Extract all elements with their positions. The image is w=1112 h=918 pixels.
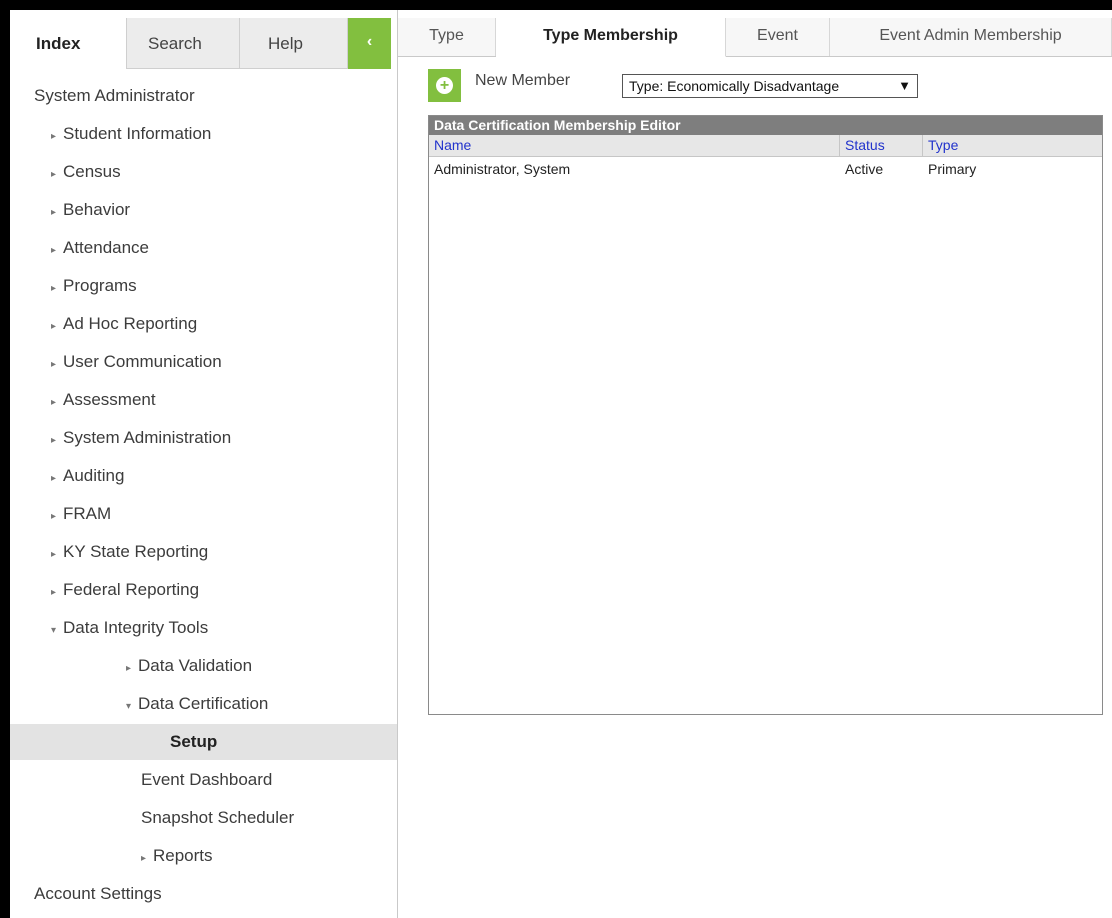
- expand-arrow-icon: ▸: [51, 169, 57, 180]
- tree-item-attendance[interactable]: ▸ Attendance: [10, 230, 397, 266]
- collapse-sidebar-button[interactable]: ‹: [348, 18, 391, 69]
- collapse-arrow-icon: ▾: [51, 625, 57, 636]
- tree-item-snapshot-scheduler[interactable]: Snapshot Scheduler: [10, 800, 397, 836]
- tree-item-system-administration[interactable]: ▸ System Administration: [10, 420, 397, 456]
- tab-index-label: Index: [36, 34, 81, 53]
- tree-item-auditing[interactable]: ▸ Auditing: [10, 458, 397, 494]
- new-member-label[interactable]: New Member: [475, 72, 570, 90]
- tree-item-fram[interactable]: ▸ FRAM: [10, 496, 397, 532]
- tab-help[interactable]: Help: [240, 18, 348, 69]
- expand-arrow-icon: ▸: [126, 663, 132, 674]
- tab-help-label: Help: [268, 34, 303, 53]
- expand-arrow-icon: ▸: [51, 131, 57, 142]
- tree-item-system-administrator[interactable]: System Administrator: [10, 78, 397, 114]
- expand-arrow-icon: ▸: [51, 321, 57, 332]
- tree-item-reports[interactable]: ▸ Reports: [10, 838, 397, 874]
- tree-item-federal-reporting[interactable]: ▸ Federal Reporting: [10, 572, 397, 608]
- column-header-status[interactable]: Status: [840, 135, 923, 156]
- tree-item-user-communication[interactable]: ▸ User Communication: [10, 344, 397, 380]
- grid-header: Name Status Type: [429, 135, 1102, 157]
- new-member-button[interactable]: +: [428, 69, 461, 102]
- expand-arrow-icon: ▸: [51, 587, 57, 598]
- tab-type-membership[interactable]: Type Membership: [496, 18, 726, 57]
- type-select[interactable]: Type: Economically Disadvantage ▼: [622, 74, 918, 98]
- tree-item-setup[interactable]: Setup: [10, 724, 397, 760]
- tab-search[interactable]: Search: [127, 18, 240, 69]
- expand-arrow-icon: ▸: [51, 359, 57, 370]
- expand-arrow-icon: ▸: [141, 853, 147, 864]
- tab-search-label: Search: [148, 34, 202, 53]
- tree-item-data-certification[interactable]: ▾ Data Certification: [10, 686, 397, 722]
- tree-item-behavior[interactable]: ▸ Behavior: [10, 192, 397, 228]
- tree-item-ky-state-reporting[interactable]: ▸ KY State Reporting: [10, 534, 397, 570]
- tree-item-event-dashboard[interactable]: Event Dashboard: [10, 762, 397, 798]
- tree-item-census[interactable]: ▸ Census: [10, 154, 397, 190]
- tab-index[interactable]: Index: [10, 18, 127, 69]
- table-row[interactable]: Administrator, System Active Primary: [429, 159, 1102, 179]
- dropdown-caret-icon: ▼: [898, 78, 911, 93]
- content-tabs: Type Type Membership Event Event Admin M…: [398, 18, 1112, 57]
- expand-arrow-icon: ▸: [51, 245, 57, 256]
- nav-tabs: Index Search Help: [10, 18, 398, 69]
- tree-item-ad-hoc-reporting[interactable]: ▸ Ad Hoc Reporting: [10, 306, 397, 342]
- window-frame-top: [0, 0, 1112, 10]
- expand-arrow-icon: ▸: [51, 511, 57, 522]
- tree-item-data-validation[interactable]: ▸ Data Validation: [10, 648, 397, 684]
- type-select-value: Type: Economically Disadvantage: [629, 78, 840, 94]
- tree-item-student-information[interactable]: ▸ Student Information: [10, 116, 397, 152]
- column-header-name[interactable]: Name: [429, 135, 840, 156]
- expand-arrow-icon: ▸: [51, 397, 57, 408]
- column-header-type[interactable]: Type: [923, 135, 1102, 156]
- expand-arrow-icon: ▸: [51, 435, 57, 446]
- tree-item-programs[interactable]: ▸ Programs: [10, 268, 397, 304]
- tree-item-account-settings[interactable]: Account Settings: [10, 876, 397, 912]
- tab-event[interactable]: Event: [726, 18, 830, 56]
- tree-item-assessment[interactable]: ▸ Assessment: [10, 382, 397, 418]
- cell-type: Primary: [928, 161, 977, 177]
- plus-circle-icon: +: [436, 77, 453, 94]
- tree-item-data-integrity-tools[interactable]: ▾ Data Integrity Tools: [10, 610, 397, 646]
- cell-name: Administrator, System: [434, 161, 571, 177]
- window-frame-left: [0, 0, 10, 918]
- expand-arrow-icon: ▸: [51, 473, 57, 484]
- expand-arrow-icon: ▸: [51, 283, 57, 294]
- tab-type[interactable]: Type: [398, 18, 496, 56]
- tab-event-admin-membership[interactable]: Event Admin Membership: [830, 18, 1112, 56]
- collapse-arrow-icon: ▾: [126, 701, 132, 712]
- expand-arrow-icon: ▸: [51, 549, 57, 560]
- grid-title: Data Certification Membership Editor: [429, 116, 1102, 135]
- expand-arrow-icon: ▸: [51, 207, 57, 218]
- chevron-left-icon: ‹: [366, 33, 373, 50]
- membership-editor-grid: Data Certification Membership Editor Nam…: [428, 115, 1103, 715]
- cell-status: Active: [845, 161, 884, 177]
